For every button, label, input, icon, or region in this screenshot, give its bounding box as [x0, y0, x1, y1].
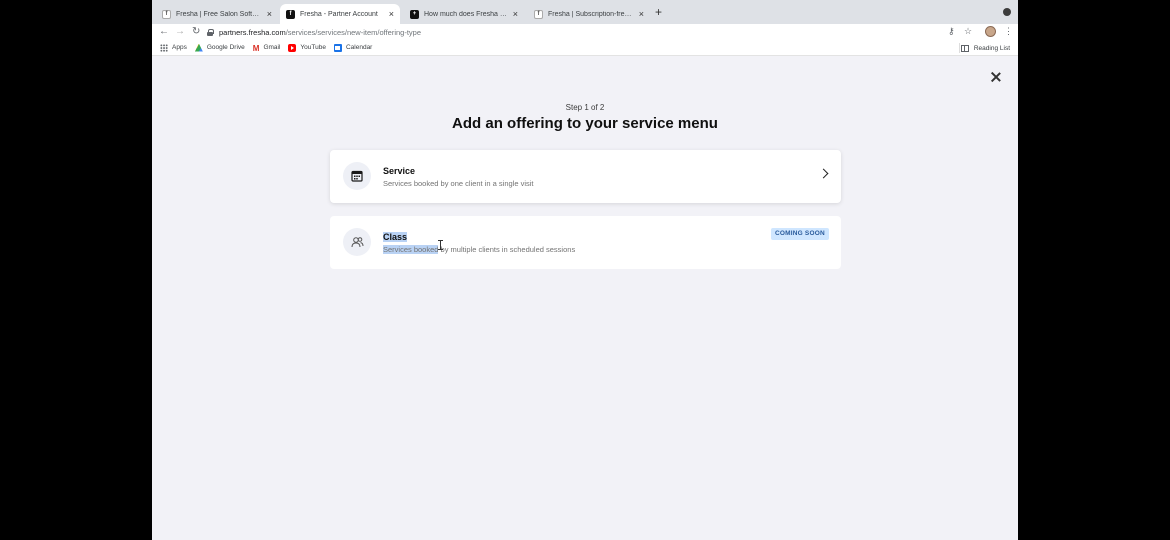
selected-text: Class — [383, 232, 408, 242]
bookmark-youtube[interactable]: YouTube — [288, 43, 326, 52]
plus-square-icon: + — [410, 9, 419, 19]
bookmark-label: Apps — [172, 44, 187, 51]
url-host: partners.fresha.com — [219, 27, 286, 37]
tab-title: How much does Fresha Plus co — [424, 10, 508, 18]
tab-partner-account[interactable]: f Fresha - Partner Account × — [280, 4, 400, 24]
close-icon[interactable] — [989, 71, 1003, 85]
fresha-logo-icon: f — [286, 9, 295, 19]
option-card-class[interactable]: Class Services booked by multiple client… — [330, 216, 841, 269]
google-drive-icon — [194, 43, 203, 52]
calendar-icon — [343, 162, 371, 190]
youtube-icon — [288, 43, 297, 52]
bookmarks-bar: Apps Google Drive M Gmail YouTube Calend… — [152, 40, 1018, 56]
option-name: Class — [383, 232, 408, 242]
reading-list-button[interactable]: Reading List — [960, 40, 1010, 56]
fresha-logo-icon: f — [534, 9, 543, 19]
page-content: Step 1 of 2 Add an offering to your serv… — [152, 57, 1018, 540]
tab-fresha-plus-cost[interactable]: + How much does Fresha Plus co × — [404, 4, 524, 24]
bookmark-apps[interactable]: Apps — [160, 43, 187, 52]
bookmark-google-drive[interactable]: Google Drive — [194, 43, 245, 52]
tab-title: Fresha | Subscription-free Salo — [548, 10, 634, 18]
page-title: Add an offering to your service menu — [452, 115, 718, 132]
browser-window: f Fresha | Free Salon Software | × f Fre… — [152, 0, 1018, 540]
bookmark-label: Gmail — [263, 44, 281, 51]
bookmarks-divider — [959, 43, 960, 53]
tab-fresha-subscription-free[interactable]: f Fresha | Subscription-free Salo × — [528, 4, 650, 24]
option-card-service[interactable]: Service Services booked by one client in… — [330, 150, 841, 203]
coming-soon-badge: COMING SOON — [771, 228, 829, 240]
step-indicator: Step 1 of 2 — [565, 103, 605, 112]
key-icon[interactable]: ⚷ — [948, 26, 955, 37]
chevron-right-icon — [818, 168, 829, 179]
address-bar[interactable]: partners.fresha.com/services/services/ne… — [207, 25, 977, 39]
tab-close-icon[interactable]: × — [513, 9, 518, 19]
tab-close-icon[interactable]: × — [639, 9, 644, 19]
gmail-icon: M — [252, 43, 260, 53]
new-tab-button[interactable]: + — [655, 5, 662, 19]
tab-close-icon[interactable]: × — [389, 9, 394, 19]
option-name: Service — [383, 166, 416, 176]
apps-grid-icon — [160, 43, 168, 52]
group-icon — [343, 228, 371, 256]
selected-text: Services booked — [383, 245, 439, 254]
option-description: Services booked by one client in a singl… — [383, 179, 534, 188]
url-path: /services/services/new-item/offering-typ… — [285, 27, 422, 37]
profile-avatar[interactable] — [985, 26, 996, 37]
bookmark-label: Calendar — [345, 44, 373, 51]
reload-icon[interactable]: ↻ — [192, 24, 200, 40]
star-icon[interactable]: ☆ — [964, 26, 972, 37]
text-cursor-icon — [438, 240, 443, 250]
description-rest: by multiple clients in scheduled session… — [438, 245, 576, 254]
bookmark-calendar[interactable]: Calendar — [333, 43, 373, 52]
option-description: Services booked by multiple clients in s… — [383, 245, 575, 254]
bookmark-label: Google Drive — [206, 44, 245, 51]
menu-dots-icon[interactable]: ⋮ — [1004, 26, 1013, 37]
tab-close-icon[interactable]: × — [267, 9, 272, 19]
fresha-logo-icon: f — [162, 9, 171, 19]
reading-list-label: Reading List — [973, 44, 1010, 52]
lock-icon — [207, 28, 214, 36]
forward-arrow-icon[interactable]: → — [175, 24, 185, 40]
browser-toolbar: ← → ↻ partners.fresha.com/services/servi… — [152, 24, 1018, 40]
tab-search-icon[interactable] — [1003, 8, 1011, 16]
reading-list-icon — [960, 44, 969, 52]
tab-fresha-free-salon[interactable]: f Fresha | Free Salon Software | × — [156, 4, 278, 24]
bookmark-label: YouTube — [300, 44, 326, 51]
tab-title: Fresha - Partner Account — [300, 10, 378, 18]
tab-title: Fresha | Free Salon Software | — [176, 10, 262, 18]
calendar-icon — [333, 43, 342, 52]
back-arrow-icon[interactable]: ← — [159, 24, 169, 40]
tab-strip: f Fresha | Free Salon Software | × f Fre… — [152, 0, 1018, 24]
bookmark-gmail[interactable]: M Gmail — [252, 43, 281, 53]
